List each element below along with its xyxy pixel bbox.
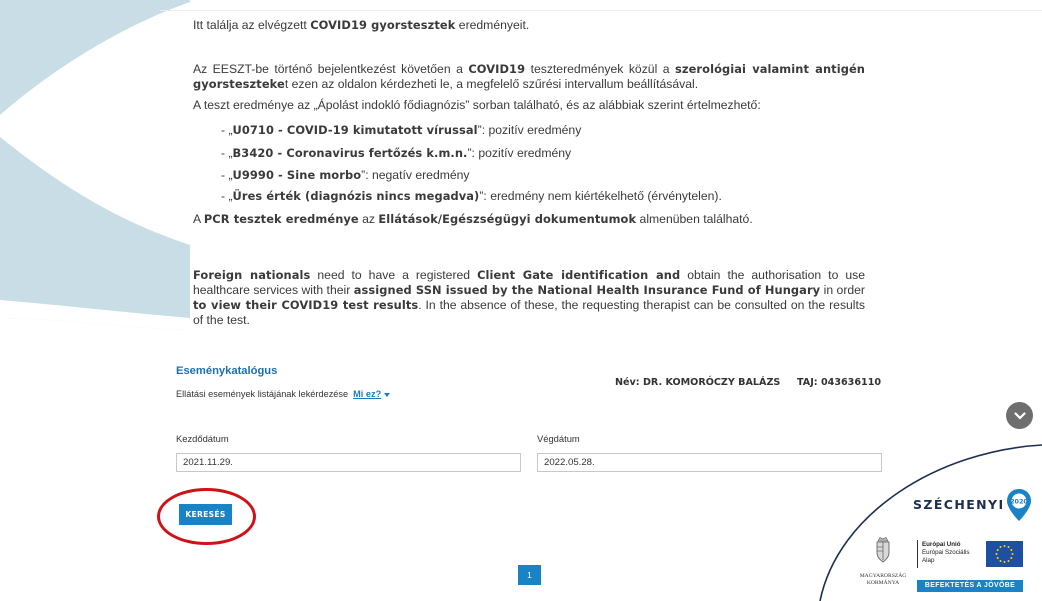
pagination-page-1[interactable]: 1	[518, 565, 541, 585]
end-date-label: Végdátum	[537, 433, 580, 444]
list-item: - „Üres érték (diagnózis nincs megadva)”…	[221, 189, 722, 203]
eu-fund-label: Európai Unió Európai Szociális Alap	[922, 541, 969, 565]
eu-flag-icon	[986, 541, 1023, 567]
chevron-down-icon[interactable]	[384, 392, 391, 397]
eu-divider	[917, 540, 918, 568]
start-date-label: Kezdődátum	[176, 433, 229, 444]
hungarian-coat-of-arms-icon	[876, 537, 890, 563]
gov-line1: MAGYARORSZÁG	[859, 573, 907, 579]
highlight-circle-annotation	[157, 488, 256, 545]
list-item: - „B3420 - Coronavirus fertőzés k.m.n.”:…	[221, 146, 572, 160]
catalog-title: Eseménykatalógus	[176, 365, 278, 377]
szechenyi-badge-outline	[819, 444, 1042, 601]
government-label: MAGYARORSZÁG KORMÁNYA	[858, 573, 908, 587]
scroll-down-button[interactable]	[1006, 402, 1033, 429]
szechenyi-pin-icon: 2020	[1007, 489, 1031, 521]
help-link-label[interactable]: Mi ez?	[353, 389, 381, 399]
catalog-subtitle-text: Ellátási események listájának lekérdezés…	[176, 389, 349, 399]
slogan-banner: BEFEKTETÉS A JÖVŐBE	[917, 580, 1023, 592]
szechenyi-logo: SZÉCHENYI	[913, 497, 1005, 512]
catalog-subtitle: Ellátási események listájának lekérdezés…	[176, 389, 391, 399]
interpretation-note: A teszt eredménye az „Ápolást indokló fő…	[193, 98, 761, 112]
foreign-nationals-note: Foreign nationals need to have a registe…	[193, 268, 865, 327]
help-link[interactable]: Mi ez?	[353, 389, 391, 399]
eu-line1: Európai Unió	[922, 541, 961, 548]
chevron-down-icon	[1013, 411, 1026, 420]
intro-paragraph: Az EESZT-be történő bejelentkezést követ…	[193, 62, 865, 91]
top-divider	[160, 10, 1042, 11]
gov-line2: KORMÁNYA	[866, 580, 900, 586]
start-date-input[interactable]	[176, 453, 521, 472]
pcr-note: A PCR tesztek eredménye az Ellátások/Egé…	[193, 212, 753, 226]
eu-line2: Európai Szociális	[922, 549, 970, 556]
list-item: - „U0710 - COVID-19 kimutatott vírussal”…	[221, 123, 582, 137]
intro-line: Itt találja az elvégzett COVID19 gyorste…	[193, 18, 530, 32]
eu-line3: Alap	[922, 557, 935, 564]
pin-year: 2020	[1010, 498, 1028, 506]
szechenyi-text: SZÉCHENYI	[913, 497, 1005, 512]
patient-name: Név: DR. KOMORÓCZY BALÁZS	[615, 377, 781, 388]
list-item: - „U9990 - Sine morbo”: negatív eredmény	[221, 168, 470, 182]
patient-taj: TAJ: 043636110	[797, 377, 882, 388]
